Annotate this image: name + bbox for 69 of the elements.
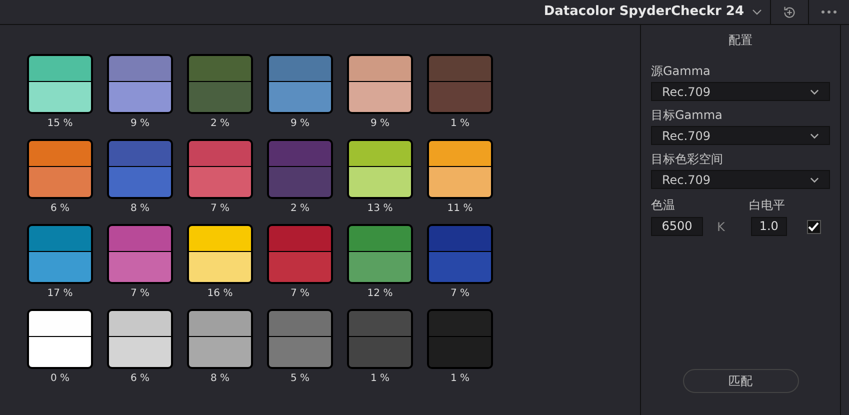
color-patch[interactable]	[187, 139, 253, 199]
percentage-label: 7 %	[450, 288, 470, 300]
percentage-label: 5 %	[290, 373, 310, 385]
field-label: 白电平	[749, 197, 785, 214]
preset-title: Datacolor SpyderCheckr 24	[544, 3, 744, 22]
color-patch[interactable]	[107, 54, 173, 114]
color-patch[interactable]	[267, 309, 333, 369]
percentage-label: 12 %	[367, 288, 393, 300]
dropdown[interactable]: Rec.709	[651, 170, 830, 189]
color-patch[interactable]	[347, 309, 413, 369]
percentage-label: 13 %	[367, 203, 393, 215]
percentage-label: 1 %	[370, 373, 390, 385]
panel-title: 配置	[728, 32, 754, 49]
chevron-down-icon[interactable]	[752, 9, 762, 15]
percentage-label: 7 %	[290, 288, 310, 300]
color-patch[interactable]	[27, 224, 93, 284]
color-patch[interactable]	[347, 54, 413, 114]
percentage-label: 0 %	[50, 373, 70, 385]
dropdown[interactable]: Rec.709	[651, 82, 830, 101]
field-label: 目标Gamma	[651, 107, 724, 123]
percentage-label: 15 %	[47, 118, 73, 130]
more-icon[interactable]	[821, 10, 837, 14]
unit-label: K	[717, 218, 725, 236]
color-patch[interactable]	[27, 139, 93, 199]
color-patch[interactable]	[107, 309, 173, 369]
color-patch[interactable]	[267, 224, 333, 284]
percentage-label: 9 %	[130, 118, 150, 130]
percentage-label: 7 %	[210, 203, 230, 215]
checkbox[interactable]	[806, 220, 821, 234]
color-patch[interactable]	[187, 224, 253, 284]
chevron-down-icon	[810, 132, 819, 138]
color-patch[interactable]	[267, 54, 333, 114]
field-label: 色温	[651, 197, 676, 214]
match-button[interactable]: 匹配	[682, 369, 798, 393]
level-field[interactable]: 1.0	[750, 217, 787, 236]
percentage-label: 2 %	[290, 203, 310, 215]
color-patch[interactable]	[27, 54, 93, 114]
percentage-label: 17 %	[47, 288, 73, 300]
percentage-label: 7 %	[130, 288, 150, 300]
percentage-label: 6 %	[130, 373, 150, 385]
percentage-label: 11 %	[447, 203, 473, 215]
percentage-label: 9 %	[290, 118, 310, 130]
chevron-down-icon	[810, 88, 819, 94]
percentage-label: 16 %	[207, 288, 233, 300]
color-patch[interactable]	[427, 139, 493, 199]
color-patch[interactable]	[427, 224, 493, 284]
percentage-label: 1 %	[450, 373, 470, 385]
field-label: 源Gamma	[651, 63, 712, 79]
color-patch[interactable]	[27, 309, 93, 369]
field-label: 目标色彩空间	[651, 151, 724, 167]
percentage-label: 9 %	[370, 118, 390, 130]
percentage-label: 1 %	[450, 118, 470, 130]
color-patch[interactable]	[107, 139, 173, 199]
color-patch[interactable]	[187, 54, 253, 114]
dropdown[interactable]: Rec.709	[651, 126, 830, 145]
chevron-down-icon	[810, 176, 819, 182]
color-patch[interactable]	[267, 139, 333, 199]
color-patch[interactable]	[347, 139, 413, 199]
color-patch[interactable]	[427, 309, 493, 369]
percentage-label: 2 %	[210, 118, 230, 130]
color-patch[interactable]	[107, 224, 173, 284]
percentage-label: 6 %	[50, 203, 70, 215]
temperature-field[interactable]: 6500	[651, 217, 703, 236]
color-patch[interactable]	[187, 309, 253, 369]
percentage-label: 8 %	[210, 373, 230, 385]
color-patch[interactable]	[347, 224, 413, 284]
color-patch[interactable]	[427, 54, 493, 114]
reset-icon[interactable]	[782, 4, 797, 20]
percentage-label: 8 %	[130, 203, 150, 215]
